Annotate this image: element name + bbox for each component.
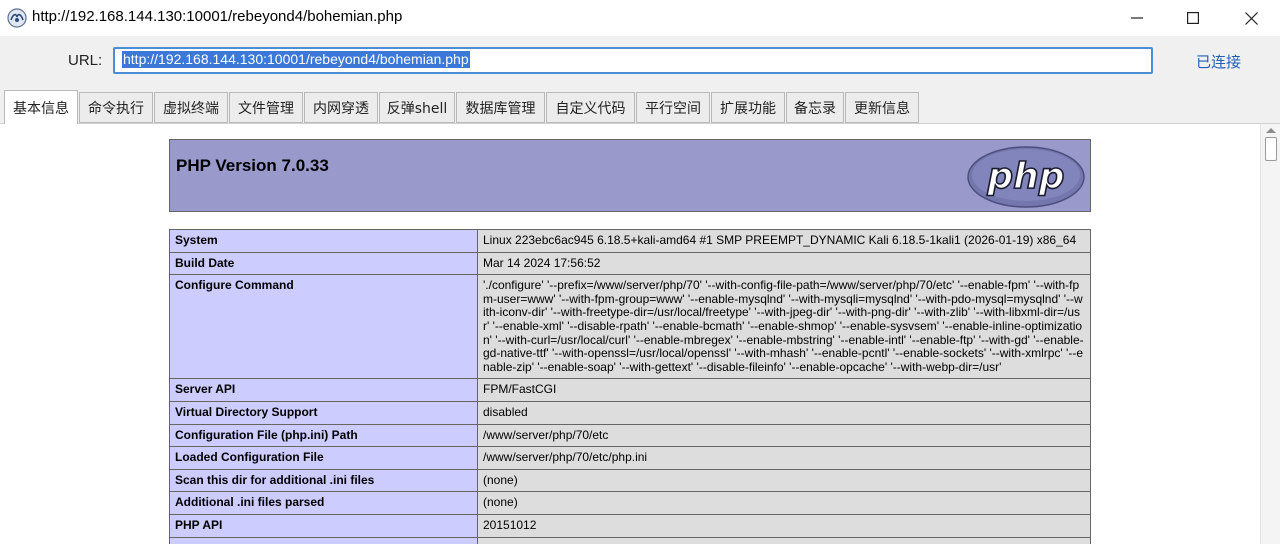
php-version-header: PHP Version 7.0.33 php	[169, 139, 1091, 212]
close-icon	[1244, 11, 1258, 25]
tab-parallel-space[interactable]: 平行空间	[636, 92, 710, 123]
tab-extensions[interactable]: 扩展功能	[711, 92, 785, 123]
row-key: Build Date	[169, 251, 478, 276]
scroll-up-arrow-icon[interactable]	[1266, 128, 1276, 133]
table-row: Virtual Directory Support disabled	[169, 400, 1091, 425]
tab-virtual-terminal[interactable]: 虚拟终端	[154, 92, 228, 123]
row-key: Server API	[169, 378, 478, 402]
tab-memo[interactable]: 备忘录	[786, 92, 844, 123]
row-key: Loaded Configuration File	[169, 446, 478, 470]
row-value: Mar 14 2024 17:56:52	[477, 251, 1091, 276]
url-bar: URL: http://192.168.144.130:10001/rebeyo…	[0, 36, 1280, 88]
minimize-icon	[1131, 17, 1143, 19]
url-input-value[interactable]: http://192.168.144.130:10001/rebeyond4/b…	[122, 51, 470, 68]
url-input[interactable]: http://192.168.144.130:10001/rebeyond4/b…	[113, 47, 1153, 74]
table-row: Additional .ini files parsed (none)	[169, 491, 1091, 515]
row-key: Configuration File (php.ini) Path	[169, 423, 478, 448]
row-value: 20151012	[477, 513, 1091, 538]
scrollbar-thumb[interactable]	[1265, 137, 1277, 161]
php-version-title: PHP Version 7.0.33	[176, 156, 329, 175]
close-button[interactable]	[1222, 0, 1280, 36]
row-value: /www/server/php/70/etc/php.ini	[477, 446, 1091, 470]
php-logo-text: php	[986, 156, 1064, 197]
table-row: Build Date Mar 14 2024 17:56:52	[169, 251, 1091, 276]
row-key: Additional .ini files parsed	[169, 491, 478, 515]
row-key: System	[169, 229, 478, 253]
row-value: disabled	[477, 400, 1091, 425]
row-key: Virtual Directory Support	[169, 400, 478, 425]
table-row: Loaded Configuration File /www/server/ph…	[169, 446, 1091, 470]
vertical-scrollbar[interactable]	[1260, 124, 1280, 544]
phpinfo-table: System Linux 223ebc6ac945 6.18.5+kali-am…	[169, 229, 1091, 544]
table-row: Configuration File (php.ini) Path /www/s…	[169, 423, 1091, 448]
tab-command-exec[interactable]: 命令执行	[79, 92, 153, 123]
row-key	[169, 536, 478, 544]
tab-custom-code[interactable]: 自定义代码	[546, 92, 635, 123]
row-value: './configure' '--prefix=/www/server/php/…	[477, 274, 1091, 380]
tab-file-manager[interactable]: 文件管理	[229, 92, 303, 123]
window-title: http://192.168.144.130:10001/rebeyond4/b…	[32, 8, 403, 25]
row-key: PHP API	[169, 513, 478, 538]
table-row	[169, 536, 1091, 544]
table-row: Configure Command './configure' '--prefi…	[169, 274, 1091, 380]
tab-intranet-tunnel[interactable]: 内网穿透	[304, 92, 378, 123]
connection-status: 已连接	[1196, 53, 1242, 71]
row-key: Configure Command	[169, 274, 478, 380]
table-row: System Linux 223ebc6ac945 6.18.5+kali-am…	[169, 229, 1091, 253]
row-value: /www/server/php/70/etc	[477, 423, 1091, 448]
app-logo-icon	[7, 8, 27, 28]
tab-reverse-shell[interactable]: 反弹shell	[379, 92, 455, 123]
row-value: (none)	[477, 468, 1091, 493]
row-value	[477, 536, 1091, 544]
maximize-button[interactable]	[1164, 0, 1222, 36]
phpinfo-content: PHP Version 7.0.33 php System Linux 223e…	[0, 124, 1260, 544]
url-label: URL:	[68, 52, 103, 69]
php-logo-icon: php	[967, 146, 1085, 208]
table-row: Scan this dir for additional .ini files …	[169, 468, 1091, 493]
minimize-button[interactable]	[1108, 0, 1166, 36]
row-value: Linux 223ebc6ac945 6.18.5+kali-amd64 #1 …	[477, 229, 1091, 253]
tab-basic-info[interactable]: 基本信息	[4, 90, 78, 124]
tab-update-info[interactable]: 更新信息	[845, 92, 919, 123]
table-row: Server API FPM/FastCGI	[169, 378, 1091, 402]
row-key: Scan this dir for additional .ini files	[169, 468, 478, 493]
maximize-icon	[1187, 12, 1199, 24]
table-row: PHP API 20151012	[169, 513, 1091, 538]
tab-database-manager[interactable]: 数据库管理	[456, 92, 545, 123]
row-value: (none)	[477, 491, 1091, 515]
row-value: FPM/FastCGI	[477, 378, 1091, 402]
title-bar: http://192.168.144.130:10001/rebeyond4/b…	[0, 0, 1280, 36]
tab-bar: 基本信息 命令执行 虚拟终端 文件管理 内网穿透 反弹shell 数据库管理 自…	[0, 88, 1280, 124]
